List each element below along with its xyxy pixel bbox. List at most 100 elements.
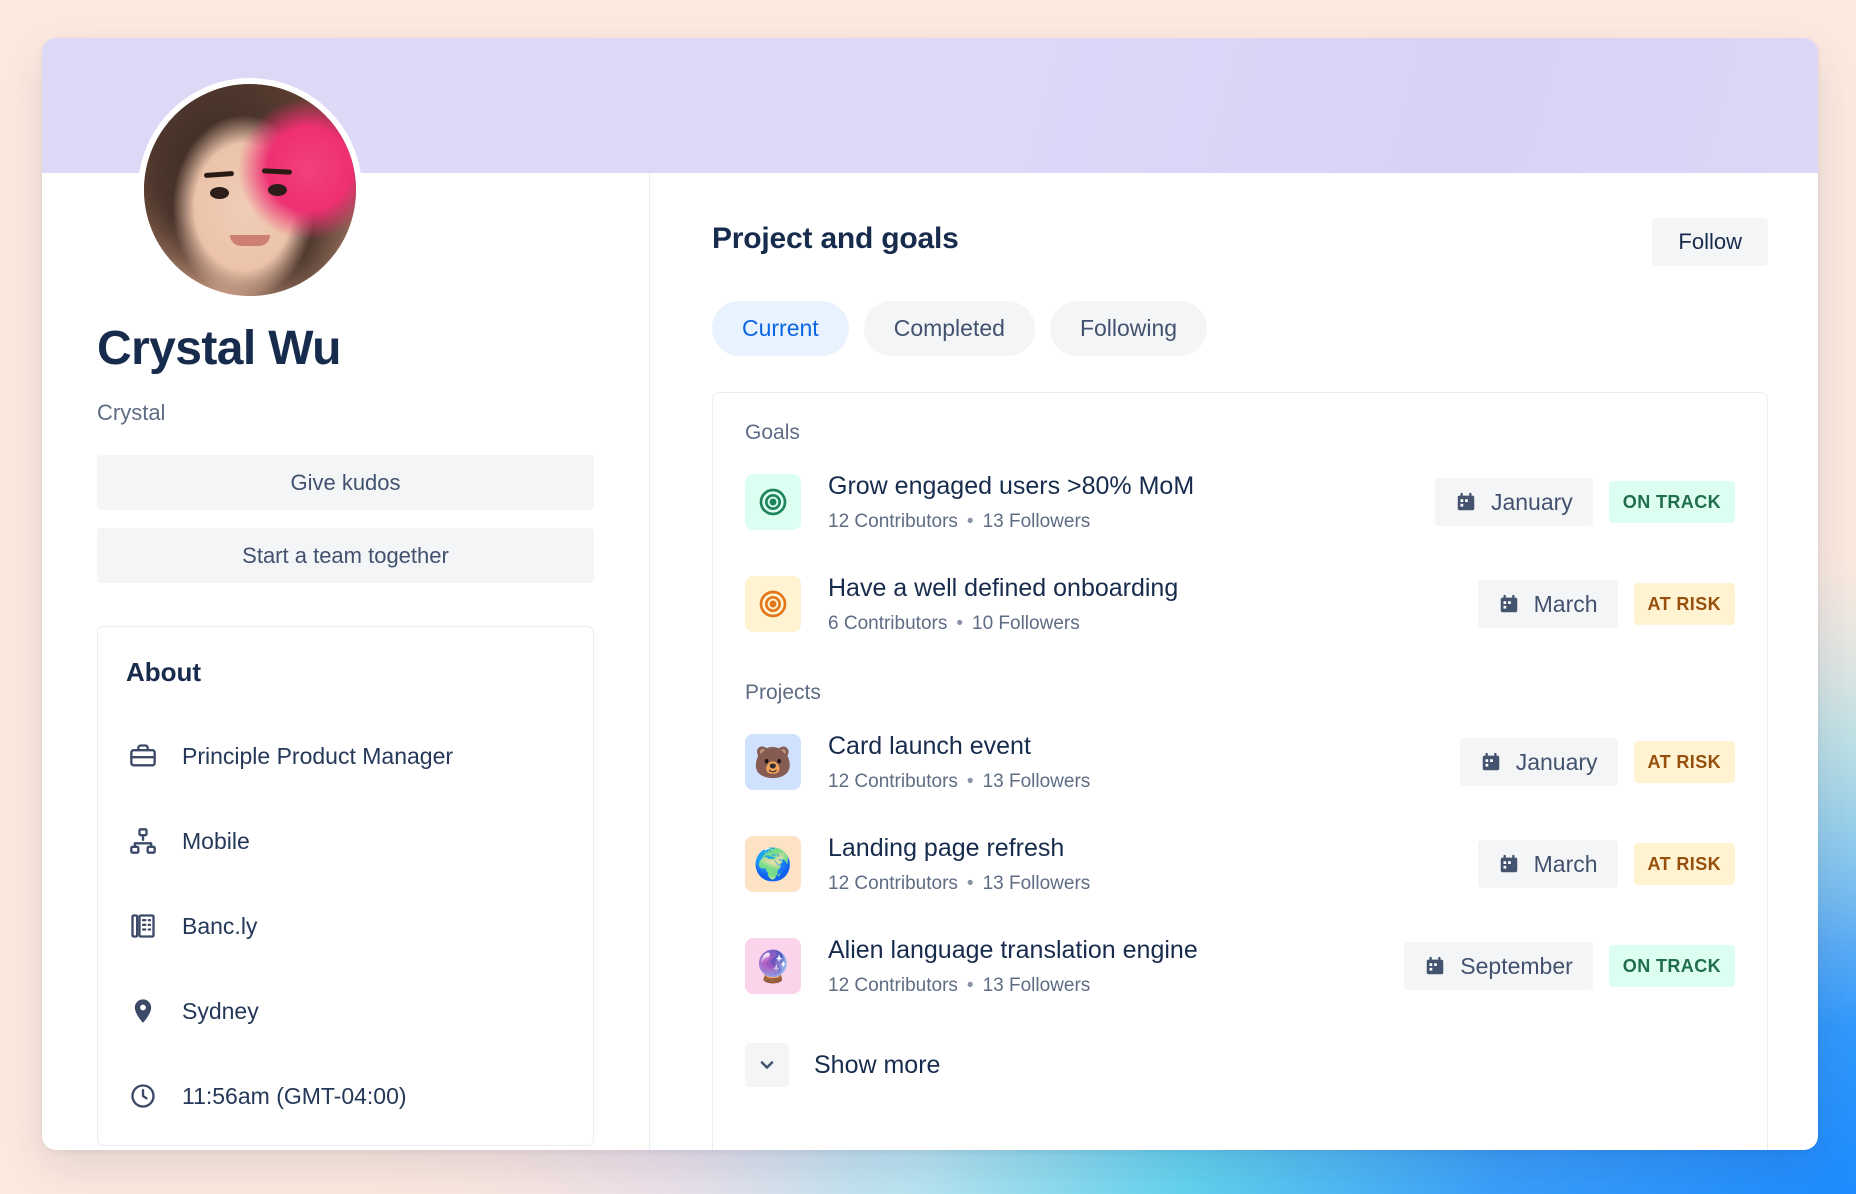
target-icon (745, 474, 801, 530)
status-badge: AT RISK (1633, 843, 1735, 885)
group-label-goals: Goals (745, 421, 800, 444)
contributors-count: 12 Contributors (828, 974, 958, 996)
calendar-icon (1455, 491, 1477, 513)
date-chip[interactable]: January (1459, 738, 1618, 786)
calendar-icon (1480, 751, 1502, 773)
list-item-text: Card launch event 12 Contributors • 13 Fol… (828, 731, 1460, 792)
profile-sidebar: Crystal Wu Crystal Give kudos Start a te… (42, 78, 650, 1150)
list-item-badges: March AT RISK (1477, 580, 1735, 628)
list-item-text: Have a well defined onboarding 6 Contrib… (828, 573, 1478, 634)
list-item-meta: 12 Contributors • 13 Followers (828, 975, 1404, 997)
avatar[interactable] (138, 78, 362, 302)
date-label: January (1490, 488, 1573, 515)
list-item-text: Alien language translation engine 12 Con… (828, 935, 1404, 996)
about-item-company: Banc.ly (98, 884, 593, 969)
meta-separator: • (966, 872, 974, 894)
date-chip[interactable]: March (1477, 840, 1618, 888)
status-badge: AT RISK (1633, 583, 1735, 625)
meta-separator: • (966, 974, 974, 996)
avatar-detail (210, 187, 229, 199)
date-label: September (1460, 952, 1573, 979)
tab-current[interactable]: Current (712, 301, 849, 356)
profile-name: Crystal Wu (97, 322, 341, 375)
about-item-localtime: 11:56am (GMT-04:00) (98, 1054, 593, 1139)
about-card: About Principle Product Manager Mobile B… (97, 625, 594, 1146)
contributors-count: 12 Contributors (828, 510, 958, 532)
meta-separator: • (956, 612, 963, 634)
list-item[interactable]: 🌍 Landing page refresh 12 Contributors • 1… (713, 813, 1767, 915)
contributors-count: 6 Contributors (828, 612, 948, 634)
clock-icon (126, 1082, 160, 1110)
followers-count: 13 Followers (982, 974, 1091, 996)
show-more-row[interactable]: Show more (713, 1017, 1767, 1113)
list-item-meta: 12 Contributors • 13 Followers (828, 771, 1460, 793)
followers-count: 10 Followers (972, 612, 1080, 634)
list-item-meta: 6 Contributors • 10 Followers (828, 613, 1478, 635)
contributors-count: 12 Contributors (828, 872, 958, 894)
followers-count: 13 Followers (982, 770, 1091, 792)
date-chip[interactable]: January (1434, 478, 1593, 526)
list-item-meta: 12 Contributors • 13 Followers (828, 511, 1435, 533)
followers-count: 13 Followers (982, 872, 1091, 894)
tab-following[interactable]: Following (1049, 301, 1208, 356)
building-icon (126, 912, 160, 940)
give-kudos-button[interactable]: Give kudos (97, 454, 594, 510)
tab-completed[interactable]: Completed (863, 301, 1035, 356)
about-item-label: 11:56am (GMT-04:00) (182, 1082, 407, 1109)
page-title: Project and goals (712, 222, 959, 255)
about-item-label: Principle Product Manager (182, 742, 454, 769)
list-item-badges: September ON TRACK (1404, 942, 1735, 990)
avatar-detail (268, 184, 287, 196)
date-chip[interactable]: September (1404, 942, 1593, 990)
list-item-text: Landing page refresh 12 Contributors • 13 … (828, 833, 1478, 894)
briefcase-icon (126, 742, 160, 770)
list-item[interactable]: Have a well defined onboarding 6 Contrib… (713, 553, 1767, 655)
status-badge: AT RISK (1633, 741, 1735, 783)
meta-separator: • (966, 770, 974, 792)
list-item-title: Have a well defined onboarding (828, 574, 1179, 603)
meta-separator: • (966, 510, 974, 532)
follow-button[interactable]: Follow (1652, 218, 1768, 266)
content-wrapper: Crystal Wu Crystal Give kudos Start a te… (42, 78, 1818, 1150)
target-icon (745, 576, 801, 632)
list-item[interactable]: 🐻 Card launch event 12 Contributors • 13 F… (713, 711, 1767, 813)
list-item-title: Landing page refresh (828, 834, 1065, 863)
date-label: March (1533, 850, 1598, 877)
list-item-text: Grow engaged users >80% MoM 12 Contribut… (828, 471, 1435, 532)
list-item-meta: 12 Contributors • 13 Followers (828, 873, 1478, 895)
list-item-badges: March AT RISK (1477, 840, 1735, 888)
date-chip[interactable]: March (1477, 580, 1618, 628)
about-item-label: Banc.ly (182, 912, 258, 939)
panel-header: Project and goals Follow (712, 218, 1768, 266)
group-label-projects: Projects (745, 681, 821, 704)
list-item-title: Card launch event (828, 732, 1031, 761)
about-title: About (126, 656, 202, 687)
profile-handle: Crystal (97, 399, 166, 425)
date-label: January (1515, 748, 1598, 775)
profile-window: Crystal Wu Crystal Give kudos Start a te… (42, 38, 1818, 1150)
calendar-icon (1424, 955, 1446, 977)
about-item-label: Mobile (182, 827, 250, 854)
location-pin-icon (126, 997, 160, 1025)
chevron-down-icon[interactable] (745, 1043, 789, 1087)
list-item-badges: January ON TRACK (1434, 478, 1735, 526)
projects-goals-panel: Project and goals Follow Current Complet… (650, 173, 1818, 1150)
globe-emoji-icon: 🌍 (745, 836, 801, 892)
status-badge: ON TRACK (1608, 945, 1735, 987)
show-more-label[interactable]: Show more (814, 1051, 940, 1080)
avatar-photo (144, 84, 356, 296)
followers-count: 13 Followers (982, 510, 1091, 532)
avatar-detail (230, 235, 270, 246)
calendar-icon (1498, 593, 1520, 615)
tab-bar: Current Completed Following (712, 301, 1768, 356)
list-item[interactable]: 🔮 Alien language translation engine 12 C… (713, 915, 1767, 1017)
about-item-label: Sydney (182, 997, 259, 1024)
list-item-badges: January AT RISK (1459, 738, 1735, 786)
date-label: March (1533, 590, 1598, 617)
start-team-button[interactable]: Start a team together (97, 527, 594, 583)
status-badge: ON TRACK (1608, 481, 1735, 523)
org-chart-icon (126, 827, 160, 855)
calendar-icon (1498, 853, 1520, 875)
list-item[interactable]: Grow engaged users >80% MoM 12 Contribut… (713, 451, 1767, 553)
crystal-ball-emoji-icon: 🔮 (745, 938, 801, 994)
